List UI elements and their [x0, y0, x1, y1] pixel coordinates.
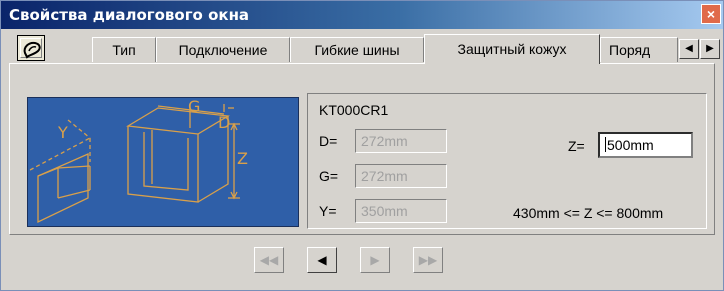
- y-field: 350mm: [355, 199, 447, 223]
- cover-code: KT000CR1: [319, 102, 389, 118]
- first-button[interactable]: ◀◀: [254, 247, 284, 273]
- tab-label: Тип: [112, 42, 136, 58]
- next-icon: ▶: [370, 253, 380, 267]
- z-input[interactable]: 500mm: [598, 132, 693, 158]
- text-cursor: [605, 137, 606, 152]
- dialog-window: Свойства диалогового окна × Тип Подключе…: [0, 0, 724, 291]
- shape-tool-button[interactable]: [17, 35, 45, 61]
- g-value: 272mm: [361, 168, 408, 184]
- tab-connection[interactable]: Подключение: [156, 37, 290, 62]
- tab-scroll-left-button[interactable]: ◀: [679, 39, 699, 59]
- z-range-hint: 430mm <= Z <= 800mm: [513, 205, 664, 221]
- next-button[interactable]: ▶: [360, 247, 390, 273]
- tab-label: Гибкие шины: [314, 42, 400, 58]
- tab-label: Защитный кожух: [457, 41, 567, 57]
- arrow-right-icon: ▶: [706, 43, 714, 54]
- last-icon: ▶▶: [418, 253, 438, 267]
- tab-scroll-right-button[interactable]: ▶: [700, 39, 720, 59]
- cover-drawing: Y G D Z: [29, 97, 248, 224]
- d-label: D=: [319, 133, 338, 149]
- close-icon: ×: [706, 6, 716, 22]
- arrow-left-icon: ◀: [685, 43, 693, 54]
- previous-icon: ◀: [317, 253, 327, 267]
- window-title: Свойства диалогового окна: [9, 6, 250, 24]
- diagram-label-g: G: [188, 98, 200, 116]
- z-label: Z=: [568, 138, 585, 154]
- previous-button[interactable]: ◀: [307, 247, 337, 273]
- g-label: G=: [319, 168, 339, 184]
- z-value: 500mm: [607, 137, 654, 153]
- y-label: Y=: [319, 203, 337, 219]
- shape-tool-icon: [23, 41, 41, 59]
- d-value: 272mm: [361, 133, 408, 149]
- tab-order[interactable]: Поряд: [600, 37, 678, 62]
- tab-label: Подключение: [178, 42, 268, 58]
- title-bar[interactable]: Свойства диалогового окна ×: [1, 1, 723, 29]
- diagram-label-d: D: [218, 113, 230, 132]
- tab-flexible-busbars[interactable]: Гибкие шины: [290, 37, 424, 62]
- diagram-label-y: Y: [57, 123, 68, 142]
- d-field: 272mm: [355, 129, 447, 153]
- last-button[interactable]: ▶▶: [413, 247, 443, 273]
- y-value: 350mm: [361, 203, 408, 219]
- g-field: 272mm: [355, 164, 447, 188]
- close-button[interactable]: ×: [701, 4, 721, 24]
- tab-label: Поряд: [609, 42, 651, 58]
- cover-diagram: Y G D Z: [27, 97, 299, 227]
- tab-type[interactable]: Тип: [92, 37, 156, 62]
- tab-protective-cover[interactable]: Защитный кожух: [424, 34, 600, 64]
- first-icon: ◀◀: [259, 253, 279, 267]
- diagram-label-z: Z: [237, 149, 248, 168]
